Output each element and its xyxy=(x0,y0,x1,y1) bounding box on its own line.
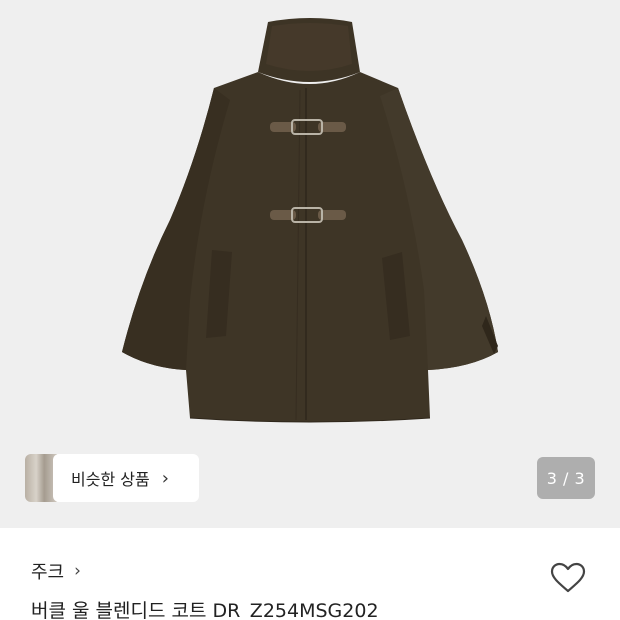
chevron-right-icon: › xyxy=(74,561,81,581)
product-name: 버클 울 블렌디드 코트 DR_Z254MSG202 xyxy=(31,600,379,620)
similar-products-button[interactable]: 비슷한 상품 › xyxy=(25,454,199,502)
image-page-indicator: 3 / 3 xyxy=(537,457,595,499)
page-indicator-text: 3 / 3 xyxy=(546,468,586,488)
chevron-right-icon: › xyxy=(161,467,169,489)
similar-products-label-box: 비슷한 상품 › xyxy=(53,454,199,502)
product-info: 주크 › 버클 울 블렌디드 코트 DR_Z254MSG202 xyxy=(0,528,620,620)
brand-link[interactable]: 주크 › xyxy=(31,558,81,584)
wishlist-button[interactable] xyxy=(548,558,588,598)
brand-name: 주크 xyxy=(31,562,65,583)
product-image[interactable] xyxy=(0,0,620,528)
product-image-gallery[interactable]: 비슷한 상품 › 3 / 3 xyxy=(0,0,620,528)
heart-outline-icon xyxy=(550,562,586,593)
similar-products-label: 비슷한 상품 xyxy=(71,470,150,489)
